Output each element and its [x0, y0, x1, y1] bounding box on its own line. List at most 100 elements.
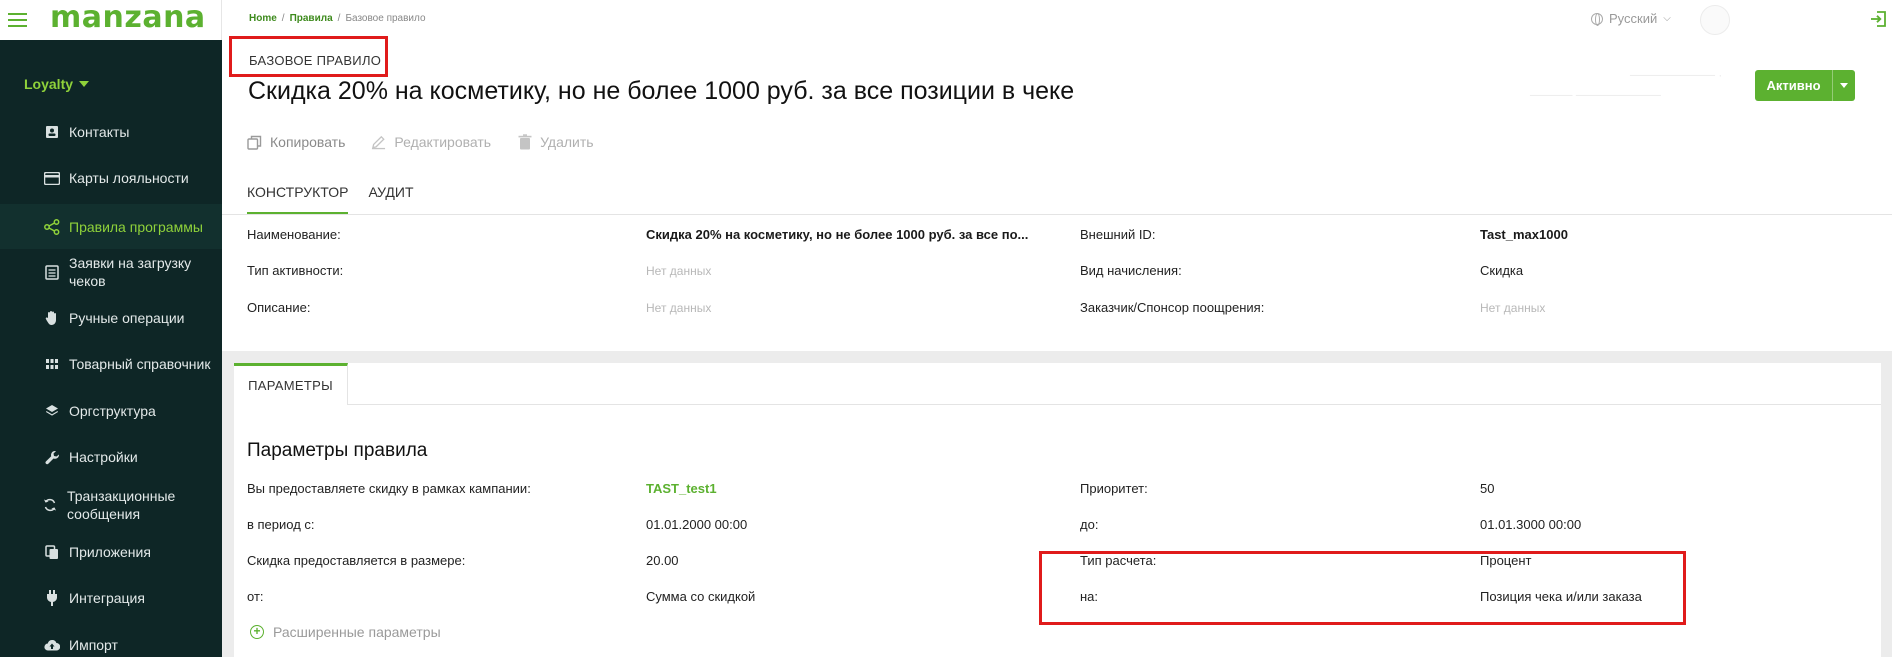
sidebar-item-program-rules[interactable]: Правила программы: [0, 204, 222, 249]
sidebar-item-label: Оргструктура: [69, 403, 156, 419]
external-id-label: Внешний ID:: [1080, 227, 1156, 242]
highlight-box-rule-kind: [229, 36, 388, 77]
sidebar-group-loyalty[interactable]: Loyalty: [24, 76, 90, 92]
advanced-params-button[interactable]: + Расширенные параметры: [250, 624, 441, 640]
refresh-icon: [42, 497, 58, 513]
caret-down-icon[interactable]: [1833, 70, 1855, 101]
sidebar-item-label: Импорт: [69, 637, 118, 653]
activity-type-value: Нет данных: [646, 264, 712, 278]
logout-icon[interactable]: [1870, 10, 1888, 28]
copy-button-label: Копировать: [270, 134, 346, 150]
accrual-type-label: Вид начисления:: [1080, 263, 1182, 278]
layers-icon: [44, 403, 60, 419]
priority-label: Приоритет:: [1080, 481, 1148, 496]
name-value: Скидка 20% на косметику, но не более 100…: [646, 227, 1029, 242]
section-title: Параметры правила: [247, 440, 428, 461]
tab-parameters[interactable]: ПАРАМЕТРЫ: [234, 363, 348, 405]
divider: [348, 404, 1881, 405]
sidebar-item-import[interactable]: Импорт: [0, 624, 222, 657]
tab-constructor[interactable]: КОНСТРУКТОР: [247, 184, 349, 215]
sidebar-item-label: Заявки на загрузку чеков: [69, 254, 191, 290]
name-label: Наименование:: [247, 227, 341, 242]
delete-button[interactable]: Удалить: [517, 134, 594, 150]
sidebar-item-label: Интеграция: [69, 590, 145, 606]
plug-icon: [44, 590, 60, 606]
external-id-value: Tast_max1000: [1480, 227, 1568, 242]
faded-text: ───── ──────────: [1530, 88, 1661, 102]
hand-icon: [44, 310, 60, 326]
campaign-label: Вы предоставляете скидку в рамках кампан…: [247, 481, 531, 496]
sidebar-item-label: Приложения: [69, 544, 151, 560]
logo: manzana: [50, 0, 206, 35]
share-nodes-icon: [44, 218, 60, 235]
language-label: Русский: [1609, 11, 1658, 26]
accrual-type-value: Скидка: [1480, 263, 1524, 278]
avatar[interactable]: [1700, 5, 1730, 35]
status-button[interactable]: Активно: [1755, 70, 1855, 101]
campaign-link[interactable]: TAST_test1: [646, 481, 717, 496]
copy-button[interactable]: Копировать: [247, 134, 345, 150]
discount-amount-label: Скидка предоставляется в размере:: [247, 553, 466, 568]
description-label: Описание:: [247, 300, 311, 315]
sidebar: manzana Loyalty Контакты Карты лояльност…: [0, 0, 222, 657]
plus-circle-icon: +: [250, 625, 264, 639]
wrench-icon: [44, 449, 60, 465]
sidebar-item-label-line2: чеков: [69, 273, 106, 289]
trash-icon: [517, 134, 532, 150]
sidebar-item-manual-operations[interactable]: Ручные операции: [0, 297, 222, 339]
activity-type-label: Тип активности:: [247, 263, 344, 278]
priority-value: 50: [1480, 481, 1495, 496]
breadcrumb-separator: /: [337, 13, 341, 24]
sidebar-item-label: Контакты: [69, 124, 130, 140]
advanced-params-label: Расширенные параметры: [273, 624, 441, 640]
globe-icon: [1591, 12, 1603, 26]
sidebar-item-label: Настройки: [69, 449, 138, 465]
language-selector[interactable]: Русский ⌵: [1591, 11, 1671, 26]
tabs: КОНСТРУКТОР АУДИТ: [247, 184, 414, 215]
edit-button[interactable]: Редактировать: [371, 134, 491, 150]
grid-icon: [44, 356, 60, 372]
pencil-icon: [371, 135, 386, 150]
page-title: Скидка 20% на косметику, но не более 100…: [248, 77, 1075, 105]
receipt-icon: [44, 264, 60, 280]
logo-bar: manzana: [0, 0, 222, 40]
sidebar-item-label: Правила программы: [69, 218, 203, 235]
breadcrumb-rules-link[interactable]: Правила: [290, 13, 333, 24]
sidebar-item-receipt-requests[interactable]: Заявки на загрузку чеков: [0, 250, 222, 294]
tab-audit[interactable]: АУДИТ: [368, 184, 413, 215]
sidebar-item-settings[interactable]: Настройки: [0, 436, 222, 478]
breadcrumb-home-link[interactable]: Home: [249, 13, 277, 24]
breadcrumb-separator: /: [281, 13, 285, 24]
divider: [222, 214, 1892, 215]
credit-card-icon: [44, 170, 60, 186]
sidebar-group-label: Loyalty: [24, 76, 74, 92]
edit-button-label: Редактировать: [394, 134, 492, 150]
caret-down-icon: [79, 81, 90, 87]
faded-text: ────────── ·: [1630, 68, 1723, 82]
sidebar-item-label: Ручные операции: [69, 310, 185, 326]
topbar: Home / Правила / Базовое правило Русский ⌵: [222, 0, 1892, 40]
sidebar-item-loyalty-cards[interactable]: Карты лояльности: [0, 157, 222, 199]
from-value: Сумма со скидкой: [646, 589, 756, 604]
sidebar-item-contacts[interactable]: Контакты: [0, 111, 222, 153]
from-label: от:: [247, 589, 264, 604]
period-to-value: 01.01.3000 00:00: [1480, 517, 1582, 532]
sidebar-item-integration[interactable]: Интеграция: [0, 577, 222, 619]
sidebar-item-label: Транзакционные сообщения: [67, 487, 175, 523]
description-value: Нет данных: [646, 301, 712, 315]
hamburger-menu-icon[interactable]: [8, 13, 27, 27]
period-from-label: в период с:: [247, 517, 315, 532]
status-button-label: Активно: [1755, 70, 1833, 101]
sidebar-item-product-catalog[interactable]: Товарный справочник: [0, 343, 222, 385]
sidebar-item-label-line1: Заявки на загрузку: [69, 255, 192, 271]
sponsor-value: Нет данных: [1480, 301, 1546, 315]
period-from-value: 01.01.2000 00:00: [646, 517, 748, 532]
cloud-upload-icon: [44, 637, 60, 653]
sponsor-label: Заказчик/Спонсор поощрения:: [1080, 300, 1265, 315]
sidebar-item-transactional-messages[interactable]: Транзакционные сообщения: [0, 482, 222, 528]
chevron-down-icon: ⌵: [1663, 13, 1671, 24]
delete-button-label: Удалить: [540, 134, 594, 150]
sidebar-item-applications[interactable]: Приложения: [0, 531, 222, 573]
contact-card-icon: [44, 124, 60, 140]
sidebar-item-org-structure[interactable]: Оргструктура: [0, 390, 222, 432]
